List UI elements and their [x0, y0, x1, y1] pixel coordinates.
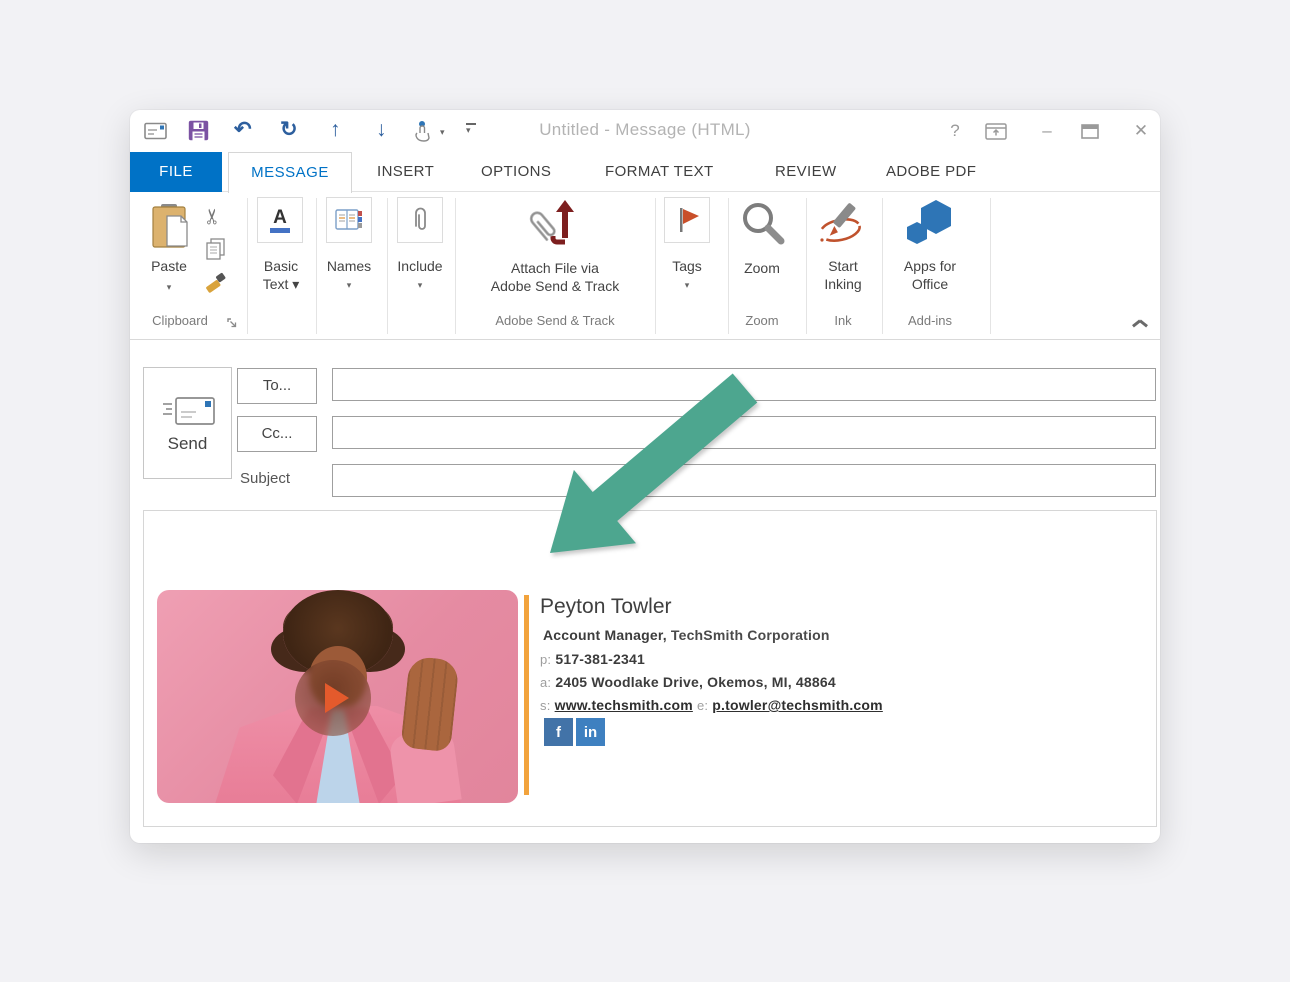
- send-button-label: Send: [144, 434, 231, 454]
- ink-group-label: Ink: [808, 313, 878, 328]
- email-link[interactable]: p.towler@techsmith.com: [712, 697, 883, 713]
- zoom-group-label: Zoom: [727, 313, 797, 328]
- format-painter-icon[interactable]: [204, 271, 228, 300]
- linkedin-icon[interactable]: in: [576, 718, 605, 746]
- facebook-icon[interactable]: f: [544, 718, 573, 746]
- apps-for-office-button-line2[interactable]: Office: [892, 276, 968, 293]
- basic-text-button-line2[interactable]: Text ▾: [247, 276, 315, 293]
- basic-text-button[interactable]: Basic: [247, 258, 315, 275]
- paste-dropdown-icon[interactable]: ▾: [140, 282, 198, 293]
- signature-job-title: Account Manager,: [543, 627, 667, 643]
- ribbon-display-options-icon[interactable]: [985, 123, 1007, 145]
- tab-file[interactable]: FILE: [130, 152, 222, 192]
- tab-adobe-pdf[interactable]: ADOBE PDF: [886, 152, 976, 192]
- start-inking-button[interactable]: Start: [808, 258, 878, 275]
- subject-label: Subject: [240, 470, 290, 487]
- adobe-group-label: Adobe Send & Track: [455, 313, 655, 328]
- names-button[interactable]: Names: [316, 258, 382, 275]
- zoom-icon[interactable]: [739, 200, 787, 253]
- start-inking-icon[interactable]: [816, 200, 870, 255]
- close-icon[interactable]: ✕: [1128, 119, 1154, 143]
- signature-title-line: Account Manager, TechSmith Corporation: [543, 627, 830, 643]
- signature-address-line: a: 2405 Woodlake Drive, Okemos, MI, 4886…: [540, 674, 836, 690]
- website-link[interactable]: www.techsmith.com: [555, 697, 693, 713]
- person-waving-hand: [400, 656, 459, 753]
- signature-social-icons: f in: [544, 718, 605, 746]
- send-envelope-icon: [162, 394, 216, 435]
- signature-web-line: s: www.techsmith.com e: p.towler@techsmi…: [540, 697, 883, 713]
- address-prefix: a:: [540, 675, 551, 690]
- play-icon: [325, 683, 349, 713]
- tab-options[interactable]: OPTIONS: [481, 152, 551, 192]
- ribbon-tab-row: FILE MESSAGE INSERT OPTIONS FORMAT TEXT …: [130, 152, 1160, 192]
- help-icon[interactable]: ?: [942, 119, 968, 143]
- cc-button[interactable]: Cc...: [237, 416, 317, 452]
- names-icon[interactable]: [326, 197, 372, 243]
- email-prefix: e:: [697, 698, 708, 713]
- names-dropdown-icon[interactable]: ▾: [316, 280, 382, 291]
- paste-button[interactable]: Paste: [140, 258, 198, 275]
- video-play-button[interactable]: [295, 660, 371, 736]
- apps-for-office-button[interactable]: Apps for: [892, 258, 968, 275]
- maximize-icon[interactable]: [1081, 124, 1099, 144]
- message-window: ↶ ↻ ↑ ↓ ▾ ▾ Untitled - Message (HTML) ? …: [130, 110, 1160, 843]
- paste-icon[interactable]: [150, 202, 190, 259]
- tab-message[interactable]: MESSAGE: [228, 152, 352, 193]
- collapse-ribbon-icon[interactable]: [1132, 320, 1148, 330]
- to-button[interactable]: To...: [237, 368, 317, 404]
- title-bar: ↶ ↻ ↑ ↓ ▾ ▾ Untitled - Message (HTML) ? …: [130, 110, 1160, 152]
- clipboard-group-label: Clipboard: [130, 313, 230, 328]
- tab-review[interactable]: REVIEW: [775, 152, 837, 192]
- clipboard-dialog-launcher-icon[interactable]: [227, 316, 238, 334]
- tab-insert[interactable]: INSERT: [377, 152, 434, 192]
- attach-adobe-button[interactable]: Attach File via: [455, 260, 655, 277]
- cut-icon[interactable]: ✂: [200, 208, 225, 226]
- phone-number: 517-381-2341: [555, 651, 645, 667]
- tab-format-text[interactable]: FORMAT TEXT: [605, 152, 714, 192]
- copy-icon[interactable]: [206, 238, 226, 265]
- basic-text-icon[interactable]: A: [257, 197, 303, 243]
- tags-dropdown-icon[interactable]: ▾: [654, 280, 720, 291]
- signature-accent-bar: [524, 595, 529, 795]
- include-button[interactable]: Include: [387, 258, 453, 275]
- tags-flag-icon[interactable]: [664, 197, 710, 243]
- tags-button[interactable]: Tags: [654, 258, 720, 275]
- addins-group-label: Add-ins: [892, 313, 968, 328]
- signature-phone-line: p: 517-381-2341: [540, 651, 645, 667]
- group-separator: [990, 198, 991, 334]
- minimize-icon[interactable]: –: [1034, 119, 1060, 143]
- signature-name: Peyton Towler: [540, 595, 672, 619]
- include-attach-icon[interactable]: [397, 197, 443, 243]
- address-text: 2405 Woodlake Drive, Okemos, MI, 48864: [555, 674, 835, 690]
- start-inking-button-line2[interactable]: Inking: [808, 276, 878, 293]
- site-prefix: s:: [540, 698, 551, 713]
- attach-adobe-send-track-icon[interactable]: [529, 198, 581, 255]
- annotation-arrow: [530, 373, 770, 568]
- phone-prefix: p:: [540, 652, 551, 667]
- send-button[interactable]: Send: [143, 367, 232, 479]
- signature-video-thumbnail[interactable]: [157, 590, 518, 803]
- group-separator: [806, 198, 807, 334]
- zoom-button[interactable]: Zoom: [727, 260, 797, 277]
- attach-adobe-button-line2[interactable]: Adobe Send & Track: [455, 278, 655, 295]
- apps-for-office-icon[interactable]: [903, 196, 957, 253]
- signature-company: TechSmith Corporation: [667, 627, 830, 643]
- include-dropdown-icon[interactable]: ▾: [387, 280, 453, 291]
- group-separator: [882, 198, 883, 334]
- desktop-background: ↶ ↻ ↑ ↓ ▾ ▾ Untitled - Message (HTML) ? …: [0, 0, 1290, 982]
